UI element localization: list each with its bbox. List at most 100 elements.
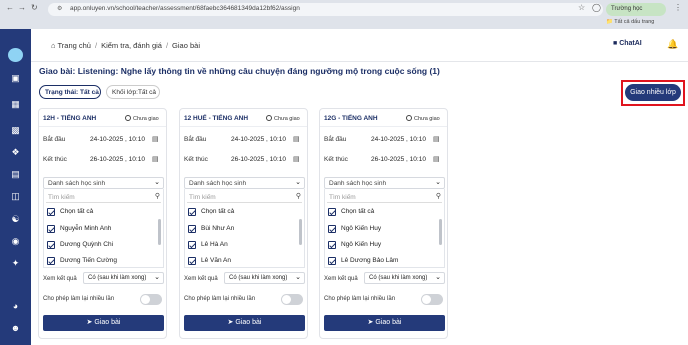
checkbox-checked-icon[interactable] — [328, 257, 336, 265]
select-all-checkbox[interactable]: Chọn tất cả — [188, 207, 298, 218]
view-results-select[interactable]: Có (sau khi làm xong) ⌄ — [83, 272, 164, 284]
checkbox-checked-icon[interactable] — [47, 208, 55, 216]
calendar-icon[interactable]: ▦ — [10, 99, 21, 110]
radio-icon[interactable] — [125, 115, 131, 121]
star-icon[interactable]: ☆ — [578, 3, 585, 12]
search-icon[interactable]: ⚲ — [296, 192, 301, 200]
allow-retry-label: Cho phép làm lại nhiều lần — [43, 296, 115, 302]
checkbox-checked-icon[interactable] — [188, 225, 196, 233]
home-icon[interactable]: ⌂ — [51, 41, 56, 50]
not-assigned-radio[interactable]: Chưa giao — [125, 115, 159, 122]
account-icon[interactable]: ☻ — [10, 323, 21, 334]
checkbox-checked-icon[interactable] — [188, 208, 196, 216]
search-icon[interactable]: ⚲ — [155, 192, 160, 200]
end-datetime[interactable]: 26-10-2025 , 10:10 — [231, 156, 286, 163]
document-icon[interactable]: ▤ — [10, 169, 21, 180]
checkbox-checked-icon[interactable] — [47, 257, 55, 265]
class-name: 12G - TIẾNG ANH — [324, 115, 378, 122]
scrollbar[interactable] — [439, 219, 442, 245]
student-checkbox[interactable]: Dương Quỳnh Chi — [47, 240, 157, 251]
menu-icon[interactable]: ⋮ — [674, 3, 682, 12]
checkbox-checked-icon[interactable] — [47, 225, 55, 233]
end-datetime[interactable]: 26-10-2025 , 10:10 — [371, 156, 426, 163]
student-checkbox[interactable]: Lê Dương Bảo Lâm — [328, 256, 438, 267]
grade-filter[interactable]: Khối lớp:Tất cả — [106, 85, 160, 99]
calendar-icon[interactable]: ▤ — [433, 155, 440, 163]
checkbox-checked-icon[interactable] — [188, 257, 196, 265]
breadcrumb-assessment[interactable]: Kiểm tra, đánh giá — [101, 41, 162, 50]
student-checkbox[interactable]: Ngô Kiến Huy — [328, 240, 438, 251]
end-datetime[interactable]: 26-10-2025 , 10:10 — [90, 156, 145, 163]
profile-chip[interactable]: Trường học — [606, 3, 666, 16]
student-search-input[interactable]: Tìm kiếm ⚲ — [46, 192, 161, 203]
assign-button[interactable]: ➤ Giao bài — [324, 315, 445, 331]
extensions-icon[interactable]: ◯ — [592, 3, 601, 12]
radio-icon[interactable] — [406, 115, 412, 121]
checkbox-checked-icon[interactable] — [188, 241, 196, 249]
start-datetime[interactable]: 24-10-2025 , 10:10 — [231, 136, 286, 143]
class-card-header: 12 HUẾ - TIẾNG ANH Chưa giao — [180, 109, 307, 127]
checkbox-checked-icon[interactable] — [328, 225, 336, 233]
bell-icon[interactable]: 🔔 — [667, 39, 678, 50]
assign-multiple-classes-button[interactable]: Giao nhiều lớp — [625, 84, 681, 101]
all-bookmarks[interactable]: 📁 Tất cả dấu trang — [606, 19, 654, 25]
start-datetime[interactable]: 24-10-2025 , 10:10 — [371, 136, 426, 143]
reload-icon[interactable]: ↻ — [31, 3, 38, 12]
site-info-icon[interactable]: ⚙ — [57, 5, 62, 12]
students-icon[interactable]: ☯ — [10, 214, 21, 225]
student-checkbox[interactable]: Bùi Như An — [188, 224, 298, 235]
student-checkbox[interactable]: Lê Văn An — [188, 256, 298, 267]
student-checkbox[interactable]: Lê Hà An — [188, 240, 298, 251]
assign-button[interactable]: ➤ Giao bài — [43, 315, 164, 331]
chatai-button[interactable]: ■ ChatAI — [613, 40, 642, 47]
checkbox-checked-icon[interactable] — [328, 241, 336, 249]
assign-button[interactable]: ➤ Giao bài — [184, 315, 305, 331]
reports-icon[interactable]: ◕ — [10, 301, 21, 312]
view-results-select[interactable]: Có (sau khi làm xong) ⌄ — [364, 272, 445, 284]
assignment-icon[interactable]: ▩ — [10, 125, 21, 136]
calendar-icon[interactable]: ▤ — [433, 135, 440, 143]
start-datetime[interactable]: 24-10-2025 , 10:10 — [90, 136, 145, 143]
breadcrumb-assign: Giao bài — [172, 41, 200, 50]
student-list-dropdown[interactable]: Danh sách học sinh ⌄ — [324, 177, 445, 189]
messages-icon[interactable]: ◉ — [10, 236, 21, 247]
bookmark-label: Tất cả dấu trang — [614, 19, 655, 25]
dashboard-icon[interactable]: ▣ — [10, 73, 21, 84]
not-assigned-radio[interactable]: Chưa giao — [406, 115, 440, 122]
checkbox-checked-icon[interactable] — [328, 208, 336, 216]
forward-icon[interactable]: → — [18, 3, 26, 12]
allow-retry-toggle[interactable] — [281, 294, 303, 305]
not-assigned-radio[interactable]: Chưa giao — [266, 115, 300, 122]
ai-sparkle-icon[interactable]: ✦ — [10, 258, 21, 269]
scrollbar[interactable] — [158, 219, 161, 245]
select-all-checkbox[interactable]: Chọn tất cả — [47, 207, 157, 218]
search-icon[interactable]: ⚲ — [436, 192, 441, 200]
checkbox-checked-icon[interactable] — [47, 241, 55, 249]
calendar-icon[interactable]: ▤ — [293, 155, 300, 163]
student-search-input[interactable]: Tìm kiếm ⚲ — [187, 192, 302, 203]
select-all-checkbox[interactable]: Chọn tất cả — [328, 207, 438, 218]
app-logo-icon[interactable] — [8, 48, 23, 62]
student-list-dropdown[interactable]: Danh sách học sinh ⌄ — [184, 177, 305, 189]
status-filter[interactable]: Trạng thái: Tất cả — [39, 85, 101, 99]
back-icon[interactable]: ← — [6, 3, 14, 12]
student-checkbox[interactable]: Ngô Kiến Huy — [328, 224, 438, 235]
book-icon[interactable]: ◫ — [10, 191, 21, 202]
address-bar[interactable]: ⚙ app.onluyen.vn/school/teacher/assessme… — [48, 3, 603, 16]
view-results-value: Có (sau khi làm xong) — [369, 275, 428, 281]
calendar-icon[interactable]: ▤ — [293, 135, 300, 143]
breadcrumb-home[interactable]: Trang chủ — [57, 41, 91, 50]
scrollbar[interactable] — [299, 219, 302, 245]
calendar-icon[interactable]: ▤ — [152, 135, 159, 143]
select-all-label: Chọn tất cả — [201, 208, 235, 215]
student-checkbox[interactable]: Nguyễn Minh Anh — [47, 224, 157, 235]
student-checkbox[interactable]: Dương Tiến Cường — [47, 256, 157, 267]
allow-retry-toggle[interactable] — [421, 294, 443, 305]
view-results-select[interactable]: Có (sau khi làm xong) ⌄ — [224, 272, 305, 284]
chat-icon[interactable]: ❖ — [10, 147, 21, 158]
student-search-input[interactable]: Tìm kiếm ⚲ — [327, 192, 442, 203]
calendar-icon[interactable]: ▤ — [152, 155, 159, 163]
radio-icon[interactable] — [266, 115, 272, 121]
allow-retry-toggle[interactable] — [140, 294, 162, 305]
student-list-dropdown[interactable]: Danh sách học sinh ⌄ — [43, 177, 164, 189]
